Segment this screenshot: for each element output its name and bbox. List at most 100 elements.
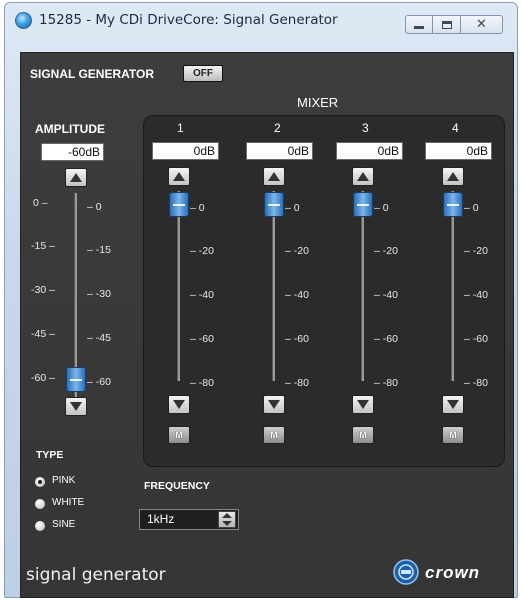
mixer-tick: – -40 <box>464 289 488 301</box>
channel-1-slider-track[interactable] <box>177 191 180 381</box>
channel-2-up-button[interactable] <box>263 167 285 186</box>
amplitude-left-tick: 0 – <box>33 197 48 209</box>
channel-3-up-button[interactable] <box>352 167 374 186</box>
mixer-tick: – -20 <box>285 245 309 257</box>
signal-generator-label: SIGNAL GENERATOR <box>30 67 155 81</box>
amplitude-value-field[interactable]: -60dB <box>41 143 104 161</box>
channel-4-mute-button[interactable]: M <box>442 426 464 444</box>
amplitude-right-tick: – -45 <box>87 332 111 344</box>
mixer-tick: – -80 <box>285 377 309 389</box>
channel-1-mute-button[interactable]: M <box>168 426 190 444</box>
frequency-value: 1kHz <box>147 512 175 526</box>
close-button[interactable]: ✕ <box>460 15 503 34</box>
channel-3-mute-button[interactable]: M <box>352 426 374 444</box>
channel-1-slider-thumb[interactable] <box>169 192 189 217</box>
channel-3-slider-thumb[interactable] <box>353 192 373 217</box>
mixer-tick: – -60 <box>374 333 398 345</box>
channel-2-slider-thumb[interactable] <box>264 192 284 217</box>
amplitude-right-tick: – -15 <box>87 244 111 256</box>
signal-generator-panel: SIGNAL GENERATOR OFF AMPLITUDE -60dB 0 –… <box>20 52 514 598</box>
mixer-tick: – -40 <box>285 289 309 301</box>
mixer-tick: – 0 <box>464 202 479 214</box>
type-pink-radio[interactable] <box>35 477 45 487</box>
arrow-down-icon <box>268 400 280 409</box>
channel-number: 1 <box>177 121 184 135</box>
amplitude-left-tick: -15 – <box>31 240 55 252</box>
amplitude-down-button[interactable] <box>65 397 87 416</box>
amplitude-left-tick: -45 – <box>31 328 55 340</box>
arrow-down-icon <box>357 400 369 409</box>
power-toggle-button[interactable]: OFF <box>183 65 223 82</box>
channel-1-up-button[interactable] <box>168 167 190 186</box>
channel-4-up-button[interactable] <box>442 167 464 186</box>
mixer-tick: – -40 <box>190 289 214 301</box>
mixer-tick: – -80 <box>464 377 488 389</box>
mixer-tick: – 0 <box>190 202 205 214</box>
brand-name: crown <box>425 563 481 582</box>
spinner-up-icon[interactable] <box>222 513 232 518</box>
arrow-up-icon <box>173 172 185 181</box>
arrow-up-icon <box>447 172 459 181</box>
mixer-tick: – -60 <box>464 333 488 345</box>
arrow-up-icon <box>357 172 369 181</box>
close-icon: ✕ <box>476 17 487 32</box>
amplitude-right-tick: – -60 <box>87 376 111 388</box>
spinner-down-icon[interactable] <box>222 521 232 526</box>
arrow-down-icon <box>447 400 459 409</box>
type-sine-label: SINE <box>52 519 76 530</box>
channel-2-mute-button[interactable]: M <box>263 426 285 444</box>
channel-4-down-button[interactable] <box>442 395 464 414</box>
arrow-down-icon <box>173 400 185 409</box>
channel-4-slider-thumb[interactable] <box>443 192 463 217</box>
mixer-tick: – -20 <box>190 245 214 257</box>
channel-4-slider-track[interactable] <box>451 191 454 381</box>
arrow-up-icon <box>70 173 82 182</box>
app-icon <box>15 12 32 29</box>
channel-1-down-button[interactable] <box>168 395 190 414</box>
type-pink-label: PINK <box>52 475 76 486</box>
arrow-down-icon <box>70 402 82 411</box>
channel-2-slider-track[interactable] <box>272 191 275 381</box>
amplitude-up-button[interactable] <box>65 168 87 187</box>
minimize-icon <box>414 26 424 29</box>
amplitude-left-tick: -30 – <box>31 284 55 296</box>
channel-2-down-button[interactable] <box>263 395 285 414</box>
maximize-icon <box>441 20 452 29</box>
frequency-select[interactable]: 1kHz <box>139 509 239 530</box>
amplitude-label: AMPLITUDE <box>35 122 105 136</box>
channel-1-value-field[interactable]: 0dB <box>152 142 219 160</box>
channel-4-value-field[interactable]: 0dB <box>425 142 492 160</box>
mixer-tick: – 0 <box>285 202 300 214</box>
footer-title: signal generator <box>26 565 166 585</box>
type-sine-radio[interactable] <box>35 521 45 531</box>
maximize-button[interactable] <box>433 15 460 34</box>
frequency-label: FREQUENCY <box>144 480 210 492</box>
mixer-tick: – -40 <box>374 289 398 301</box>
channel-3-slider-track[interactable] <box>361 191 364 381</box>
mixer-tick: – -20 <box>374 245 398 257</box>
type-white-radio[interactable] <box>35 499 45 509</box>
mixer-tick: – -60 <box>190 333 214 345</box>
channel-number: 3 <box>362 121 369 135</box>
amplitude-right-tick: – -30 <box>87 288 111 300</box>
minimize-button[interactable] <box>405 15 433 34</box>
amplitude-slider-thumb[interactable] <box>66 367 86 392</box>
mixer-tick: – -80 <box>374 377 398 389</box>
crown-logo-icon <box>393 559 419 585</box>
type-label: TYPE <box>36 449 64 461</box>
channel-2-value-field[interactable]: 0dB <box>246 142 313 160</box>
type-white-label: WHITE <box>52 497 85 508</box>
channel-3-down-button[interactable] <box>352 395 374 414</box>
window-title: 15285 - My CDi DriveCore: Signal Generat… <box>39 12 338 28</box>
channel-number: 2 <box>274 121 281 135</box>
frequency-spinner[interactable] <box>218 511 236 528</box>
mixer-tick: – 0 <box>374 202 389 214</box>
amplitude-right-tick: – 0 <box>87 201 102 213</box>
title-bar[interactable]: 15285 - My CDi DriveCore: Signal Generat… <box>5 3 517 39</box>
channel-3-value-field[interactable]: 0dB <box>336 142 403 160</box>
mixer-tick: – -80 <box>190 377 214 389</box>
channel-number: 4 <box>452 121 459 135</box>
arrow-up-icon <box>268 172 280 181</box>
amplitude-left-tick: -60 – <box>31 372 55 384</box>
mixer-tick: – -60 <box>285 333 309 345</box>
